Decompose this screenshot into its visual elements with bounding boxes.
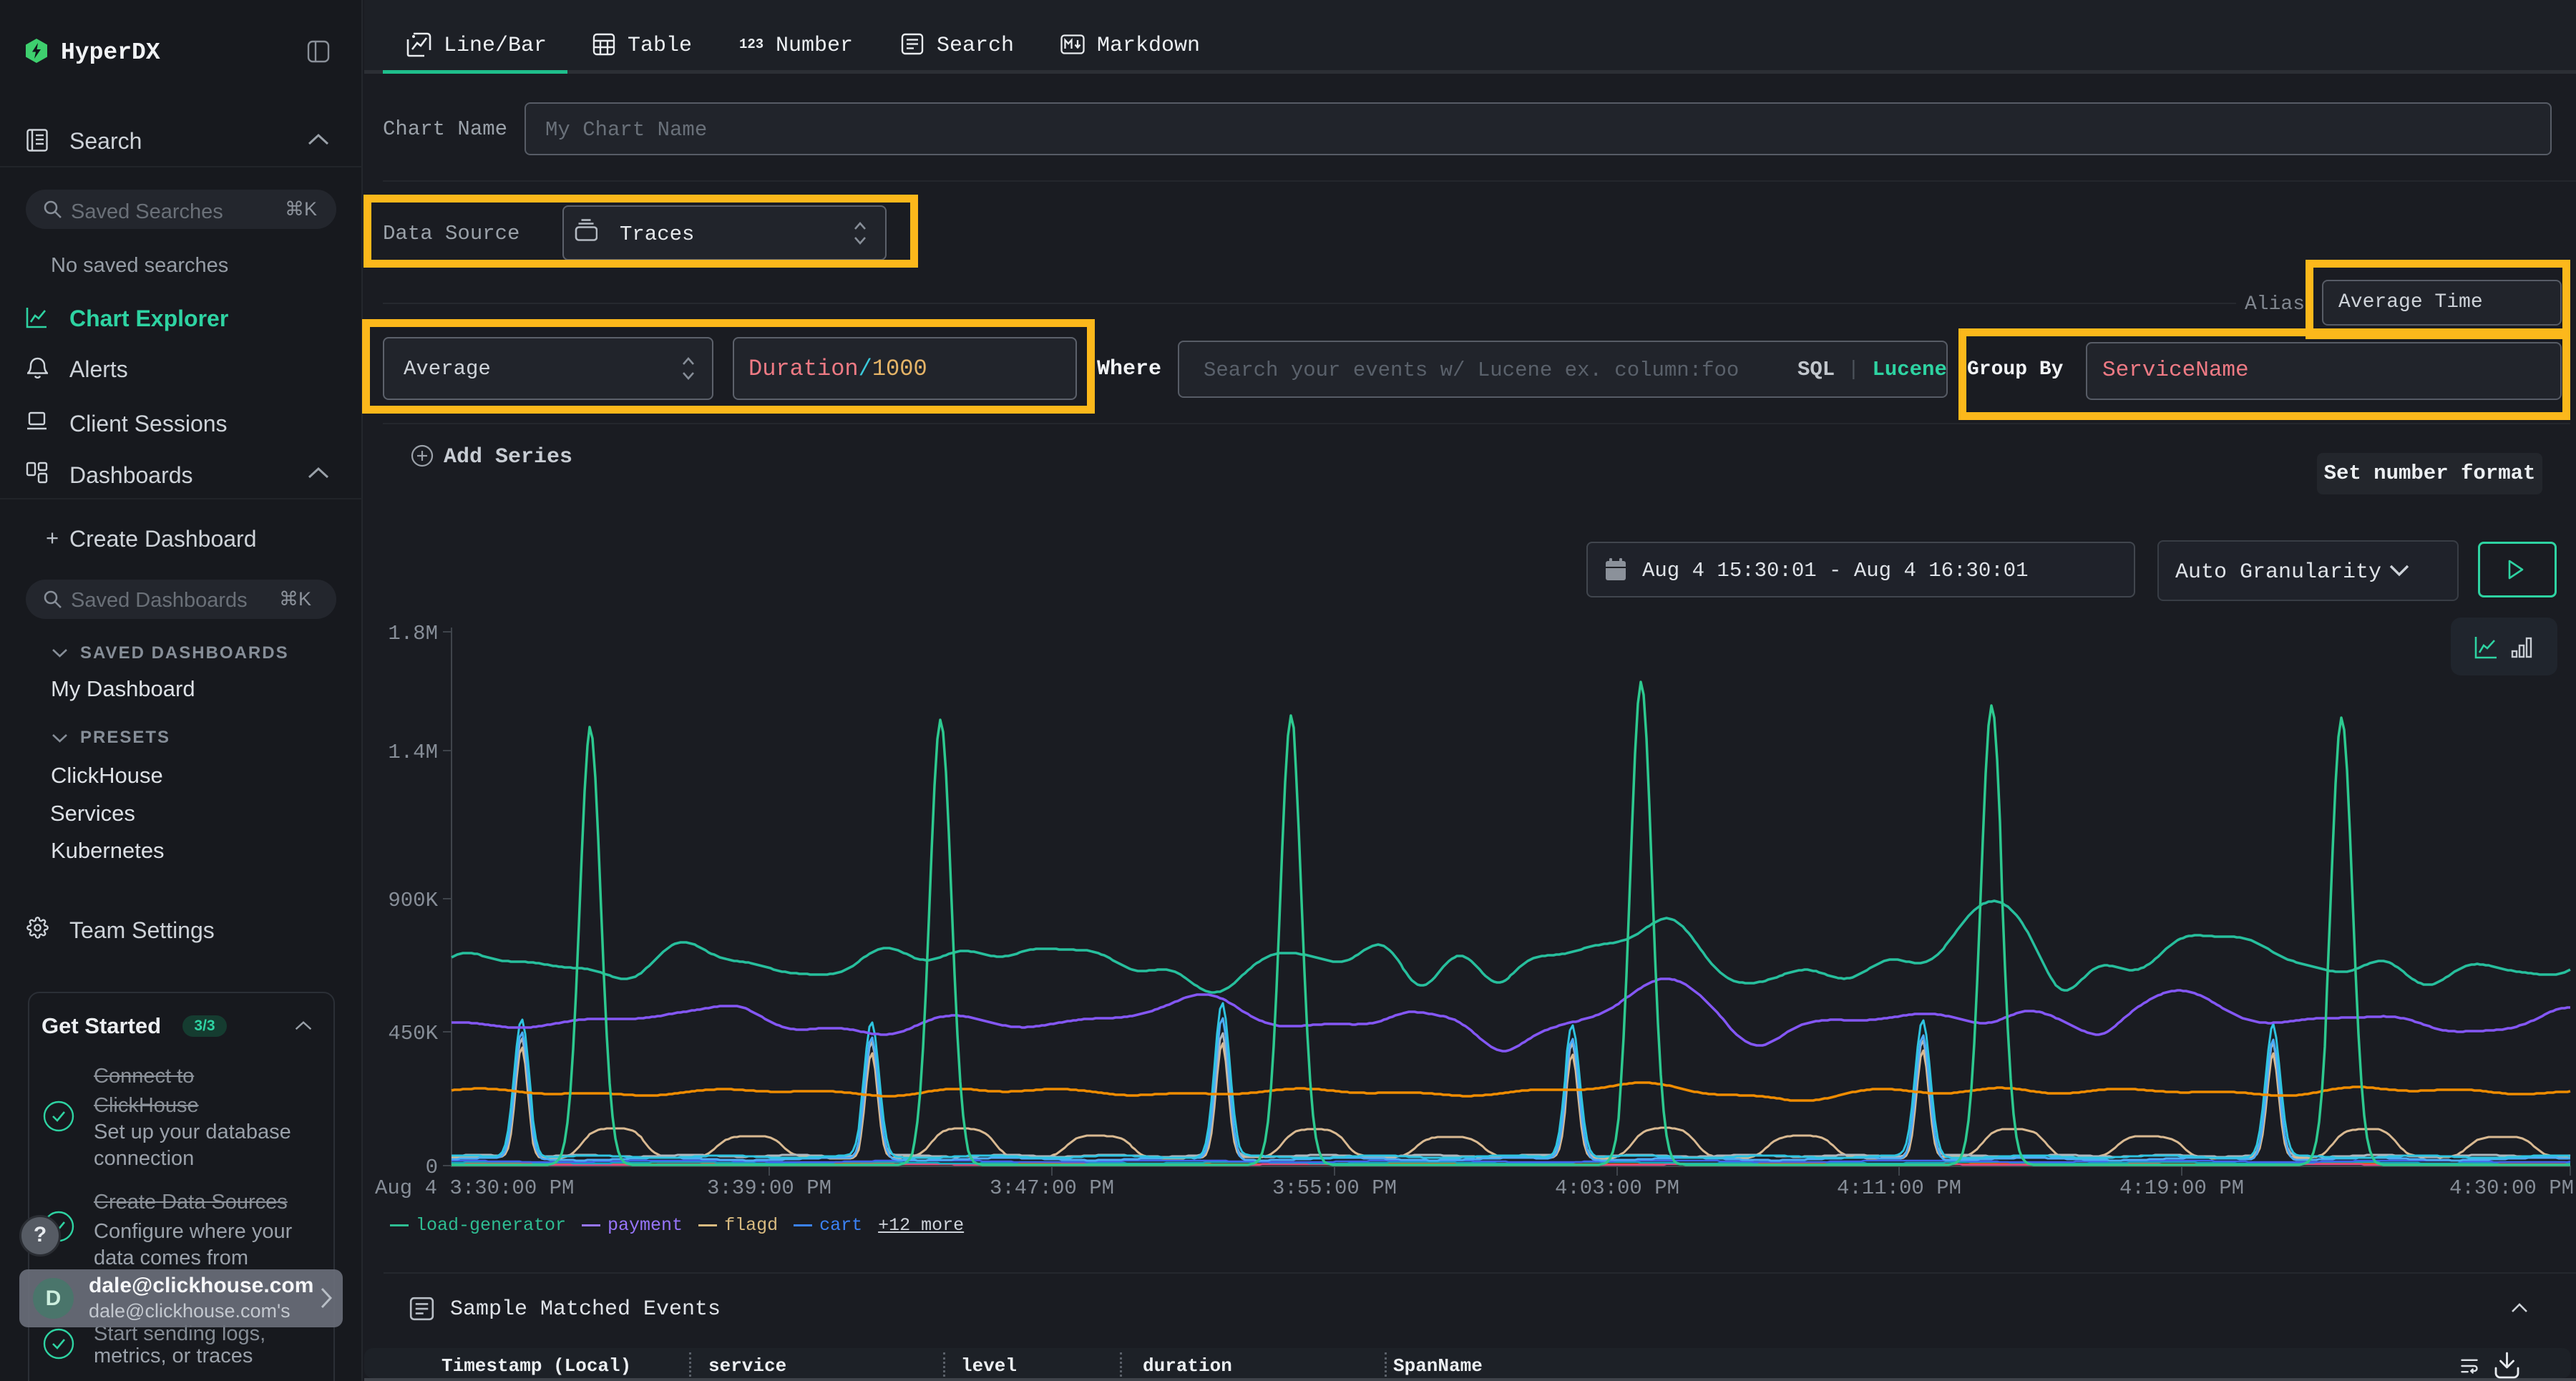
svg-text:4:19:00 PM: 4:19:00 PM [2119,1176,2244,1200]
svg-text:3:55:00 PM: 3:55:00 PM [1272,1176,1397,1200]
svg-text:900K: 900K [388,889,438,912]
svg-text:1.8M: 1.8M [388,622,438,645]
svg-text:450K: 450K [388,1022,438,1045]
svg-text:3:47:00 PM: 3:47:00 PM [990,1176,1114,1200]
svg-text:3:39:00 PM: 3:39:00 PM [707,1176,831,1200]
svg-text:4:03:00 PM: 4:03:00 PM [1555,1176,1679,1200]
svg-text:4:30:00 PM: 4:30:00 PM [2449,1176,2574,1200]
svg-text:1.4M: 1.4M [388,741,438,764]
svg-text:4:11:00 PM: 4:11:00 PM [1837,1176,1961,1200]
svg-text:Aug 4 3:30:00 PM: Aug 4 3:30:00 PM [375,1176,574,1200]
